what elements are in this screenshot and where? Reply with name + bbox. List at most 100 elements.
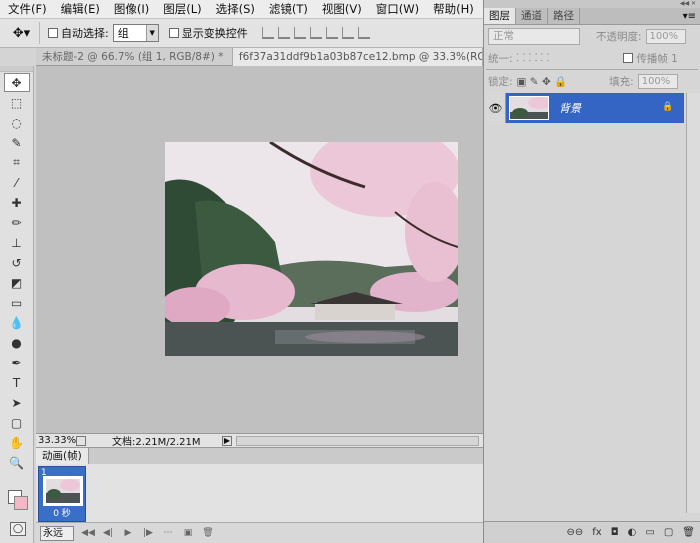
duplicate-frame-icon[interactable]: ▣ — [180, 526, 196, 540]
document-canvas[interactable] — [36, 66, 483, 433]
show-transform-label: 显示变换控件 — [181, 27, 248, 40]
menu-file[interactable]: 文件(F) — [8, 1, 47, 17]
status-bar: 33.33% 文档:2.21M/2.21M ▶ — [36, 433, 483, 448]
zoom-preview-icon[interactable] — [76, 435, 86, 446]
tab-label: 未标题-2 @ 66.7% (组 1, RGB/8#) * — [42, 51, 224, 63]
horizontal-scrollbar[interactable] — [236, 435, 479, 446]
healing-brush-tool-icon[interactable]: ✚ — [4, 193, 30, 212]
path-select-tool-icon[interactable]: ➤ — [4, 393, 30, 412]
layers-scrollbar[interactable] — [686, 93, 700, 513]
status-menu-arrow-icon[interactable]: ▶ — [222, 435, 232, 446]
distribute-icon[interactable] — [357, 27, 370, 39]
loop-options-select[interactable]: 永远 — [40, 525, 74, 541]
opacity-input[interactable]: 100% — [645, 28, 686, 44]
move-tool-icon: ✥▾ — [12, 25, 31, 41]
panel-tabs: 图层 通道 路径 ▾≡ — [484, 8, 700, 25]
menu-help[interactable]: 帮助(H) — [433, 1, 474, 17]
move-tool-icon[interactable]: ✥ — [3, 73, 30, 92]
new-layer-icon[interactable]: ▢ — [664, 527, 673, 538]
auto-select-dropdown[interactable]: 组 ▼ — [112, 24, 159, 42]
toolbox: ✥ ⬚ ◌ ✎ ⌗ ⁄ ✚ ✏ ⊥ ↺ ◩ ▭ 💧 ● ✒ T ➤ ▢ ✋ 🔍 — [0, 66, 34, 543]
menu-window[interactable]: 窗口(W) — [376, 1, 419, 17]
background-color-swatch[interactable] — [14, 496, 28, 510]
animation-frame[interactable]: 1 0 秒 — [38, 466, 86, 522]
align-right-icon[interactable] — [341, 27, 354, 39]
chevron-down-icon: ▼ — [145, 25, 158, 41]
pen-tool-icon[interactable]: ✒ — [4, 353, 30, 372]
quick-select-tool-icon[interactable]: ✎ — [4, 133, 30, 152]
zoom-level[interactable]: 33.33% — [36, 435, 76, 446]
propagate-label: 传播帧 1 — [636, 52, 678, 65]
eyedropper-tool-icon[interactable]: ⁄ — [4, 173, 30, 192]
layer-row-background[interactable]: 👁 背景 🔒 — [486, 93, 684, 123]
tab-bmp-file[interactable]: f6f37a31ddf9b1a03b87ce12.bmp @ 33.3%(RGB… — [232, 48, 483, 66]
trash-icon[interactable]: 🗑 — [682, 527, 695, 538]
align-bottom-icon[interactable] — [293, 27, 306, 39]
document-tabs: 未标题-2 @ 66.7% (组 1, RGB/8#) * × f6f37a31… — [36, 48, 483, 66]
auto-select-checkbox[interactable] — [48, 28, 58, 38]
gradient-tool-icon[interactable]: ▭ — [4, 293, 30, 312]
unify-icons[interactable]: ⸬ ⸬ ⸬ — [517, 51, 550, 65]
previous-frame-icon[interactable]: ◀| — [100, 526, 116, 540]
layers-panel: ◀◀ ✕ 图层 通道 路径 ▾≡ 正常 不透明度: 100% 统一: ⸬ ⸬ ⸬… — [483, 0, 700, 543]
eye-icon[interactable]: 👁 — [486, 93, 506, 123]
first-frame-icon[interactable]: ◀◀ — [80, 526, 96, 540]
blur-tool-icon[interactable]: 💧 — [4, 313, 30, 332]
menu-edit[interactable]: 编辑(E) — [61, 1, 100, 17]
add-mask-icon[interactable]: ◘ — [611, 527, 619, 538]
menu-filter[interactable]: 滤镜(T) — [269, 1, 308, 17]
fx-icon[interactable]: fx — [592, 527, 601, 538]
layer-name[interactable]: 背景 — [559, 100, 662, 116]
align-center-icon[interactable] — [325, 27, 338, 39]
unify-label: 统一: — [488, 52, 513, 65]
shape-tool-icon[interactable]: ▢ — [4, 413, 30, 432]
lock-icon: 🔒 — [662, 102, 674, 112]
crop-tool-icon[interactable]: ⌗ — [4, 153, 30, 172]
lock-label: 锁定: — [488, 75, 513, 88]
panel-collapse-icon[interactable]: ◀◀ ✕ — [484, 0, 700, 8]
show-transform-checkbox[interactable] — [168, 28, 179, 38]
tab-paths[interactable]: 路径 — [548, 8, 580, 24]
dodge-tool-icon[interactable]: ● — [4, 333, 30, 352]
align-middle-icon[interactable] — [277, 27, 290, 39]
delete-frame-icon[interactable]: 🗑 — [200, 526, 216, 540]
adjustment-layer-icon[interactable]: ◐ — [628, 527, 637, 538]
document-info: 文档:2.21M/2.21M — [112, 437, 201, 448]
panel-menu-icon[interactable]: ▾≡ — [683, 8, 700, 24]
next-frame-icon[interactable]: |▶ — [140, 526, 156, 540]
play-icon[interactable]: ▶ — [120, 526, 136, 540]
opacity-label: 不透明度: — [596, 30, 642, 43]
zoom-tool-icon[interactable]: 🔍 — [4, 453, 30, 472]
tab-channels[interactable]: 通道 — [516, 8, 548, 24]
menu-view[interactable]: 视图(V) — [322, 1, 362, 17]
brush-tool-icon[interactable]: ✏ — [4, 213, 30, 232]
history-brush-tool-icon[interactable]: ↺ — [4, 253, 30, 272]
toolbox-grip[interactable] — [0, 66, 33, 72]
lock-icons[interactable]: ▣ ✎ ✥ 🔒 — [517, 75, 568, 88]
tab-animation-frames[interactable]: 动画(帧) — [36, 447, 89, 465]
align-top-icon[interactable] — [261, 27, 274, 39]
menu-select[interactable]: 选择(S) — [216, 1, 255, 17]
type-tool-icon[interactable]: T — [4, 373, 30, 392]
tween-icon[interactable]: ⋯ — [160, 526, 176, 540]
hand-tool-icon[interactable]: ✋ — [4, 433, 30, 452]
menu-layer[interactable]: 图层(L) — [163, 1, 201, 17]
propagate-checkbox[interactable] — [623, 53, 634, 63]
link-layers-icon[interactable]: ⊖⊖ — [567, 527, 584, 538]
eraser-tool-icon[interactable]: ◩ — [4, 273, 30, 292]
align-left-icon[interactable] — [309, 27, 322, 39]
fill-label: 填充: — [609, 75, 634, 88]
tab-layers[interactable]: 图层 — [484, 8, 516, 24]
tab-untitled-2[interactable]: 未标题-2 @ 66.7% (组 1, RGB/8#) * × — [36, 48, 233, 66]
marquee-tool-icon[interactable]: ⬚ — [4, 93, 30, 112]
new-group-icon[interactable]: ▭ — [645, 527, 654, 538]
blend-mode-select[interactable]: 正常 — [488, 27, 580, 45]
fill-input[interactable]: 100% — [637, 73, 678, 89]
lasso-tool-icon[interactable]: ◌ — [4, 113, 30, 132]
clone-stamp-tool-icon[interactable]: ⊥ — [4, 233, 30, 252]
tool-preset-picker[interactable]: ✥▾ — [4, 22, 40, 44]
frame-delay[interactable]: 0 秒 — [39, 506, 85, 519]
frame-thumb-image — [46, 479, 80, 503]
menu-image[interactable]: 图像(I) — [114, 1, 149, 17]
quick-mask-button[interactable]: ◯ — [10, 522, 26, 536]
